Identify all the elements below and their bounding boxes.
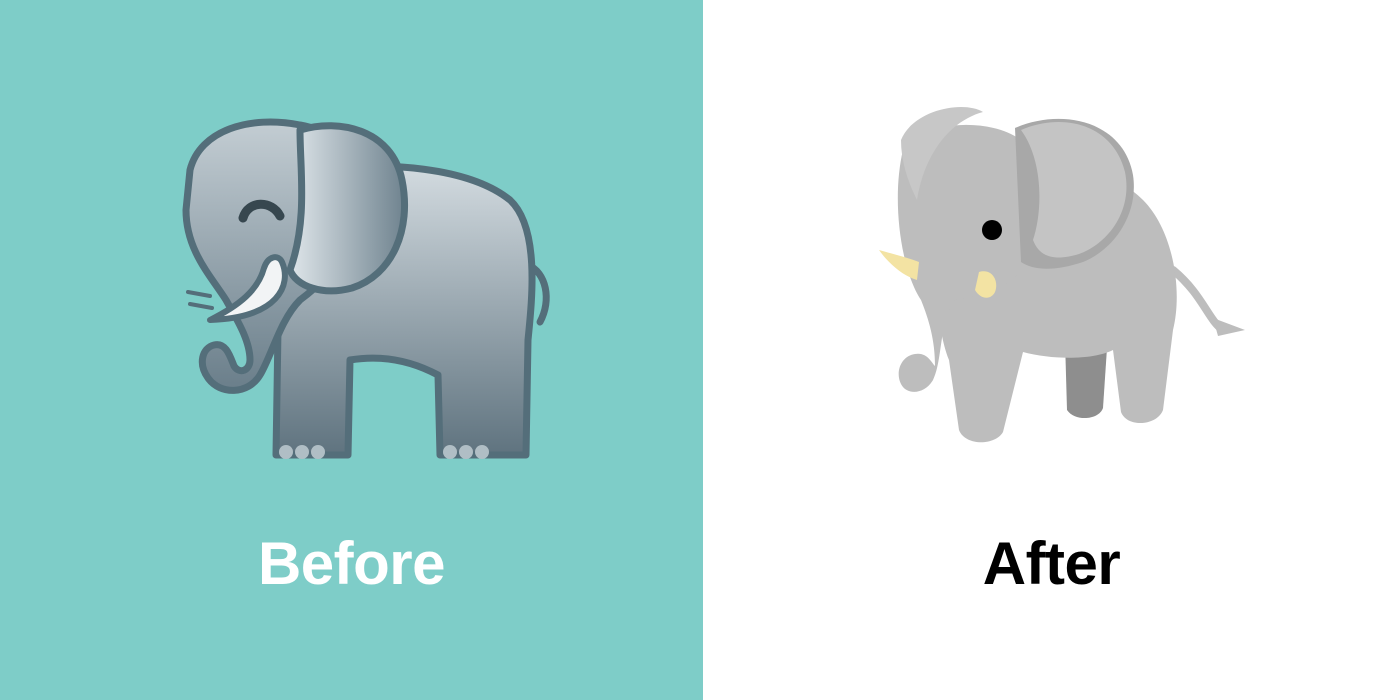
after-panel: After	[703, 0, 1400, 700]
elephant-before-icon	[182, 118, 550, 459]
before-panel: Before	[0, 0, 703, 700]
before-label: Before	[257, 530, 446, 597]
comparison-stage: Before After	[0, 0, 1400, 700]
elephant-after-icon	[879, 107, 1245, 443]
after-label: After	[982, 530, 1121, 597]
